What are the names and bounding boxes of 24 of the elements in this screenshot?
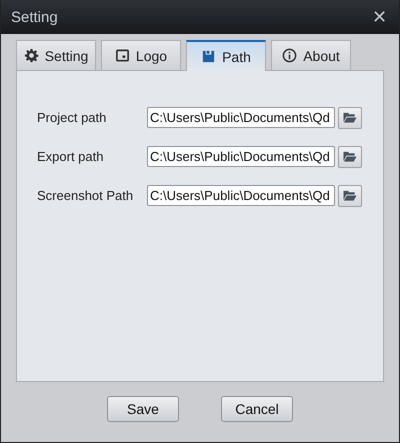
folder-icon [342,150,358,163]
folder-icon [342,111,358,124]
window-title: Setting [11,8,58,26]
path-field[interactable]: C:\Users\Public\Documents\Qd [147,107,335,128]
close-button[interactable]: ✕ [368,6,391,28]
tab[interactable]: Logo [101,40,181,70]
tab[interactable]: Path [186,40,266,71]
field-label: Project path [37,110,108,125]
info-icon [282,48,298,63]
field-label: Screenshot Path [37,188,134,203]
browse-button[interactable] [338,184,362,206]
browse-button[interactable] [338,106,362,128]
path-field[interactable]: C:\Users\Public\Documents\Qd [147,146,335,167]
dialog-button[interactable]: Save [107,396,179,422]
save-icon [201,49,216,64]
path-field[interactable]: C:\Users\Public\Documents\Qd [147,185,335,206]
dialog-button[interactable]: Cancel [221,396,293,422]
tab[interactable]: Setting [16,40,96,70]
field-label: Export path [37,149,104,164]
tab[interactable]: About [271,40,351,70]
folder-icon [342,189,358,202]
picture-frame-icon [114,48,130,63]
gear-icon [24,48,39,63]
browse-button[interactable] [338,146,362,168]
